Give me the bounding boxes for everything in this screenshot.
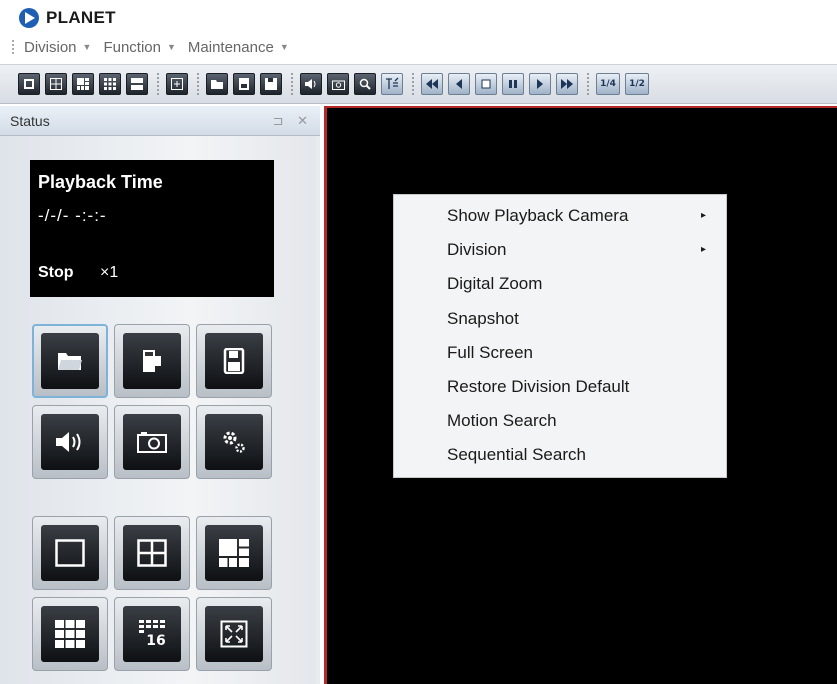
backup-icon: [143, 350, 161, 372]
playback-time-value: -/-/- -:-:-: [38, 206, 107, 225]
save-disk-icon: [223, 348, 245, 374]
menu-item-label: Full Screen: [447, 342, 533, 362]
chevron-down-icon: ▼: [279, 42, 289, 52]
division-16-icon[interactable]: [126, 73, 148, 95]
menu-function-label: Function: [103, 38, 161, 56]
toolbar-separator: [587, 73, 590, 95]
nine-view-button[interactable]: [32, 597, 108, 671]
menu-item-sequential-search[interactable]: Sequential Search: [394, 438, 726, 472]
menu-item-show-playback-camera[interactable]: Show Playback Camera ▸: [394, 199, 726, 233]
division-9-icon[interactable]: [99, 73, 121, 95]
quad-view-icon: [137, 539, 167, 567]
fullscreen-expand-button[interactable]: [196, 597, 272, 671]
fast-backward-icon[interactable]: [421, 73, 443, 95]
sixteen-view-button[interactable]: 16: [114, 597, 190, 671]
playback-time-title: Playback Time: [38, 172, 163, 192]
menu-function[interactable]: Function ▼: [103, 39, 175, 56]
playback-state: Stop: [38, 264, 74, 281]
save-disk-button[interactable]: [196, 324, 272, 398]
stop-icon[interactable]: [475, 73, 497, 95]
volume-button[interactable]: [32, 405, 108, 479]
menu-item-digital-zoom[interactable]: Digital Zoom: [394, 267, 726, 301]
menu-item-label: Restore Division Default: [447, 376, 630, 396]
pause-icon[interactable]: [502, 73, 524, 95]
app-title: PLANET: [46, 8, 116, 27]
menu-division-label: Division: [24, 38, 77, 56]
menu-item-label: Snapshot: [447, 308, 519, 328]
open-icon[interactable]: [206, 73, 228, 95]
status-panel-title: Status: [10, 112, 50, 129]
pin-icon[interactable]: ⊐: [273, 113, 284, 128]
menu-maintenance[interactable]: Maintenance ▼: [188, 39, 289, 56]
menu-division[interactable]: Division ▼: [24, 39, 91, 56]
zoom-icon[interactable]: [354, 73, 376, 95]
menu-item-label: Division: [447, 240, 507, 260]
chevron-down-icon: ▼: [166, 42, 176, 52]
context-menu: Show Playback Camera ▸ Division ▸ Digita…: [393, 194, 727, 478]
menu-item-label: Digital Zoom: [447, 274, 543, 294]
planet-logo-icon: [19, 8, 39, 28]
single-view-icon: [55, 539, 85, 567]
division-1-icon[interactable]: [18, 73, 40, 95]
app-brand: PLANET: [18, 6, 116, 30]
menu-bar: Division ▼ Function ▼ Maintenance ▼: [0, 36, 837, 58]
menu-item-motion-search[interactable]: Motion Search: [394, 404, 726, 438]
camera-snapshot-button[interactable]: [114, 405, 190, 479]
toolbar-separator: [291, 73, 294, 95]
playback-time-display: Playback Time -/-/- -:-:- Stop ×1: [30, 160, 274, 297]
nine-view-icon: [55, 620, 85, 648]
camera-snapshot-icon: [137, 432, 167, 453]
menu-item-label: Motion Search: [447, 411, 557, 431]
menubar-grip[interactable]: [12, 40, 16, 54]
division-6-icon[interactable]: [72, 73, 94, 95]
toolbar-separator: [197, 73, 200, 95]
menu-item-full-screen[interactable]: Full Screen: [394, 336, 726, 370]
settings-button[interactable]: [196, 405, 272, 479]
menu-item-label: Sequential Search: [447, 445, 586, 465]
toolbar-separator: [412, 73, 415, 95]
status-panel-header: Status ⊐ ✕: [0, 106, 320, 136]
six-view-icon: [219, 539, 249, 567]
open-folder-button[interactable]: [32, 324, 108, 398]
speed-half-button[interactable]: 1/2: [625, 73, 649, 95]
six-view-button[interactable]: [196, 516, 272, 590]
play-icon[interactable]: [529, 73, 551, 95]
menu-item-division[interactable]: Division ▸: [394, 233, 726, 267]
settings-gear-icon: [223, 431, 245, 453]
menu-item-snapshot[interactable]: Snapshot: [394, 302, 726, 336]
close-icon[interactable]: ✕: [297, 113, 308, 128]
motion-search-icon[interactable]: [381, 73, 403, 95]
open-folder-icon: [58, 353, 82, 370]
quad-view-button[interactable]: [114, 516, 190, 590]
sixteen-view-icon: [139, 620, 165, 633]
fast-forward-icon[interactable]: [556, 73, 578, 95]
fullscreen-icon[interactable]: [166, 73, 188, 95]
playback-speed: ×1: [100, 264, 119, 281]
speed-quarter-button[interactable]: 1/4: [596, 73, 620, 95]
menu-item-restore-division-default[interactable]: Restore Division Default: [394, 370, 726, 404]
chevron-down-icon: ▼: [82, 42, 92, 52]
step-backward-icon[interactable]: [448, 73, 470, 95]
toolbar-separator: [157, 73, 160, 95]
toolbar: 1/4 1/2: [0, 64, 837, 104]
menu-maintenance-label: Maintenance: [187, 38, 274, 56]
fullscreen-expand-icon: [220, 620, 248, 648]
snapshot-icon[interactable]: [327, 73, 349, 95]
single-view-button[interactable]: [32, 516, 108, 590]
export-icon[interactable]: [233, 73, 255, 95]
volume-icon: [56, 432, 81, 452]
audio-icon[interactable]: [300, 73, 322, 95]
sixteen-view-label: 16: [146, 633, 166, 649]
save-icon[interactable]: [260, 73, 282, 95]
backup-button[interactable]: [114, 324, 190, 398]
submenu-arrow-icon: ▸: [700, 210, 706, 221]
submenu-arrow-icon: ▸: [700, 244, 706, 256]
menu-item-label: Show Playback Camera: [447, 206, 629, 225]
division-4-icon[interactable]: [45, 73, 67, 95]
